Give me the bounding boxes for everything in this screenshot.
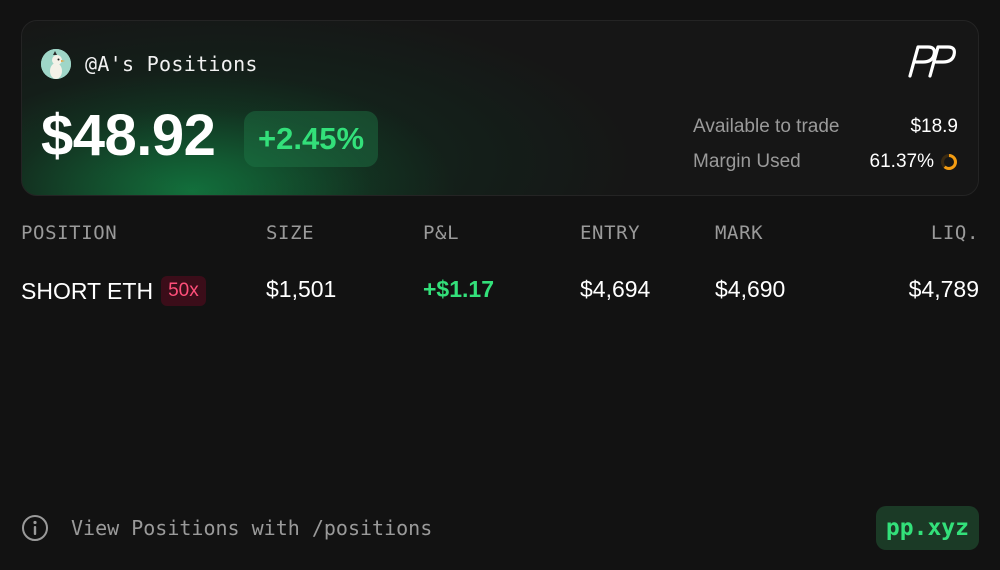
mark-cell: $4,690 (715, 276, 786, 302)
leverage-badge: 50x (161, 276, 206, 306)
column-header-liq: LIQ. (930, 222, 979, 244)
column-header-size: SIZE (266, 222, 315, 244)
available-to-trade-row: Available to trade $18.9 (693, 109, 958, 144)
entry-cell: $4,694 (580, 276, 651, 302)
column-header-entry: ENTRY (580, 222, 641, 244)
bird-avatar-icon[interactable] (41, 49, 71, 79)
pp-logo-icon[interactable] (906, 43, 958, 79)
site-link[interactable]: pp.xyz (875, 506, 979, 550)
account-stats: Available to trade $18.9 Margin Used 61.… (693, 109, 958, 179)
size-cell: $1,501 (266, 276, 337, 302)
available-value: $18.9 (910, 115, 958, 137)
positions-table: POSITION SIZE P&L ENTRY MARK LIQ. SHORT … (21, 218, 979, 310)
account-balance: $48.92 (41, 103, 216, 168)
margin-label: Margin Used (693, 150, 801, 172)
footer-hint: View Positions with /positions (21, 514, 432, 542)
column-header-pnl: P&L (423, 222, 460, 244)
info-icon (22, 515, 48, 541)
liq-cell: $4,789 (908, 276, 979, 302)
page-title: @A's Positions (85, 52, 258, 76)
margin-ring-icon (941, 153, 957, 170)
portfolio-summary-card: @A's Positions $48.92 +2.45% Available t… (21, 20, 979, 196)
pnl-cell: +$1.17 (423, 276, 494, 302)
table-row[interactable]: SHORT ETH 50x $1,501 +$1.17 $4,694 $4,69… (21, 270, 979, 310)
available-label: Available to trade (693, 115, 840, 137)
table-header: POSITION SIZE P&L ENTRY MARK LIQ. (21, 218, 979, 248)
margin-value: 61.37% (869, 150, 934, 172)
position-name: SHORT ETH (21, 277, 154, 304)
column-header-mark: MARK (715, 222, 764, 244)
margin-value-group: 61.37% (870, 151, 958, 173)
margin-used-row: Margin Used 61.37% (693, 144, 958, 179)
position-cell: SHORT ETH 50x (21, 276, 206, 306)
change-badge: +2.45% (244, 111, 379, 167)
column-header-position: POSITION (21, 222, 118, 244)
footer-hint-text: View Positions with /positions (71, 516, 433, 540)
